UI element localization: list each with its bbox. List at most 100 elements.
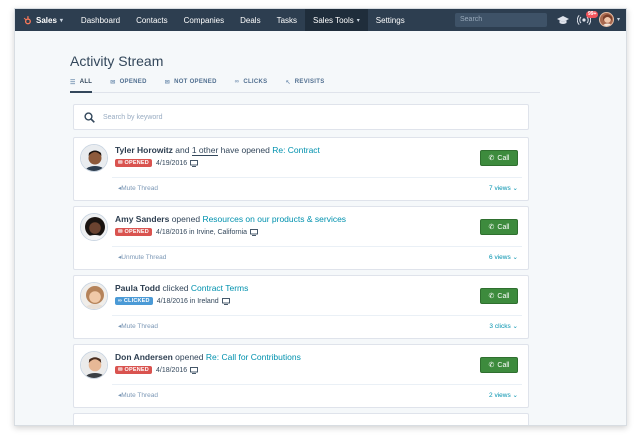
activity-card: Tyler Horowitz and 1 other have opened R… <box>73 137 529 201</box>
status-badge: ✉ OPENED <box>115 159 152 167</box>
contact-avatar <box>80 351 108 379</box>
chevron-down-icon: ⌄ <box>512 323 518 330</box>
tab-all[interactable]: ☰ ALL <box>70 77 93 93</box>
action-text: clicked <box>160 283 191 293</box>
divider <box>112 384 522 385</box>
phone-icon: ✆ <box>488 293 495 300</box>
activity-date: 4/18/2016 <box>155 366 188 374</box>
views-count: 7 views <box>489 185 511 192</box>
activity-search-input[interactable]: Search by keyword <box>73 104 529 130</box>
academy-graduation-cap-icon[interactable] <box>557 14 569 26</box>
tab-opened-label: OPENED <box>119 79 147 85</box>
user-avatar[interactable] <box>599 12 614 27</box>
chevron-down-icon: ⌄ <box>512 254 518 261</box>
status-badge: ✉ OPENED <box>115 366 152 374</box>
status-label: OPENED <box>124 367 149 373</box>
contact-avatar <box>80 144 108 172</box>
mute-thread-link[interactable]: ◂Mute Thread <box>118 391 158 399</box>
link-icon: ∞ <box>234 79 240 85</box>
nav-dashboard[interactable]: Dashboard <box>73 9 128 31</box>
call-button[interactable]: ✆ Call <box>480 288 518 304</box>
tab-not-opened[interactable]: ✉ NOT OPENED <box>165 77 217 93</box>
call-label: Call <box>497 292 510 300</box>
notification-badge: 99+ <box>586 11 599 18</box>
mute-thread-link[interactable]: ◂Mute Thread <box>118 184 158 192</box>
call-button[interactable]: ✆ Call <box>480 150 518 166</box>
nav-sales-tools[interactable]: Sales Tools ▾ <box>305 9 368 31</box>
nav-deals[interactable]: Deals <box>232 9 268 31</box>
link-title[interactable]: Contract Terms <box>191 283 248 293</box>
desktop-icon <box>221 297 230 305</box>
divider <box>112 246 522 247</box>
mute-thread-link[interactable]: ◂Mute Thread <box>118 322 158 330</box>
chevron-down-icon: ▾ <box>59 17 63 24</box>
call-label: Call <box>497 361 510 369</box>
thread-action-label: Mute Thread <box>121 392 158 399</box>
call-label: Call <box>497 154 510 162</box>
call-button[interactable]: ✆ Call <box>480 357 518 373</box>
desktop-icon <box>190 159 199 167</box>
views-count: 6 views <box>489 254 511 261</box>
status-badge: ✉ OPENED <box>115 228 152 236</box>
tab-clicks[interactable]: ∞ CLICKS <box>235 77 268 93</box>
tab-opened[interactable]: ✉ OPENED <box>110 77 146 93</box>
activity-card: Paula Todd clicked Contract Terms ∞ CLIC… <box>73 275 529 339</box>
activity-meta: ∞ CLICKED 4/18/2016 in Ireland <box>115 297 230 305</box>
tab-revisits[interactable]: ↖ REVISITS <box>285 77 324 93</box>
nav-contacts[interactable]: Contacts <box>128 9 176 31</box>
contact-name[interactable]: Tyler Horowitz <box>115 145 173 155</box>
clicks-count: 3 clicks <box>489 323 511 330</box>
action-text: opened <box>172 352 206 362</box>
email-subject-link[interactable]: Re: Contract <box>272 145 320 155</box>
envelope-icon: ✉ <box>164 80 171 86</box>
nav-settings[interactable]: Settings <box>368 9 413 31</box>
views-dropdown[interactable]: 6 views ⌄ <box>489 253 518 261</box>
phone-icon: ✆ <box>488 155 495 162</box>
activity-card: Don Andersen opened Re: Call for Contrib… <box>73 344 529 408</box>
brand-menu[interactable]: Sales ▾ <box>15 9 73 31</box>
hubspot-sprocket-icon <box>23 15 31 24</box>
contact-name[interactable]: Paula Todd <box>115 283 160 293</box>
phone-icon: ✆ <box>488 362 495 369</box>
desktop-icon <box>250 228 258 236</box>
chevron-down-icon[interactable]: ▾ <box>617 16 620 23</box>
unmute-thread-link[interactable]: ◂Unmute Thread <box>118 253 166 261</box>
nav-sales-tools-label: Sales Tools <box>313 15 354 25</box>
tab-clicks-label: CLICKS <box>243 79 268 85</box>
email-subject-link[interactable]: Re: Call for Contributions <box>206 352 301 362</box>
contact-name[interactable]: Don Andersen <box>115 352 173 362</box>
activity-headline: Don Andersen opened Re: Call for Contrib… <box>115 352 301 362</box>
search-placeholder: Search by keyword <box>103 113 163 121</box>
status-label: OPENED <box>124 229 149 235</box>
list-icon: ☰ <box>70 80 76 86</box>
status-label: CLICKED <box>123 298 150 304</box>
global-search-input[interactable]: Search <box>455 13 547 27</box>
status-label: OPENED <box>124 160 149 166</box>
contact-name[interactable]: Amy Sanders <box>115 214 169 224</box>
clicks-dropdown[interactable]: 3 clicks ⌄ <box>489 322 518 330</box>
views-dropdown[interactable]: 7 views ⌄ <box>489 184 518 192</box>
thread-action-label: Mute Thread <box>121 323 158 330</box>
nav-companies[interactable]: Companies <box>176 9 232 31</box>
other-contacts-link[interactable]: 1 other <box>191 145 219 156</box>
tab-revisits-label: REVISITS <box>294 79 325 85</box>
action-text: have opened <box>218 145 273 155</box>
activity-headline: Tyler Horowitz and 1 other have opened R… <box>115 145 320 156</box>
tab-not-opened-label: NOT OPENED <box>174 79 217 85</box>
activity-headline: Paula Todd clicked Contract Terms <box>115 283 248 293</box>
email-subject-link[interactable]: Resources on our products & services <box>202 214 346 224</box>
nav-tasks[interactable]: Tasks <box>269 9 305 31</box>
status-badge: ∞ CLICKED <box>115 297 153 305</box>
top-nav: Sales ▾ Dashboard Contacts Companies Dea… <box>15 9 626 31</box>
activity-meta: ✉ OPENED 4/19/2016 <box>115 159 199 167</box>
call-button[interactable]: ✆ Call <box>480 219 518 235</box>
user-photo-icon <box>600 13 613 26</box>
views-dropdown[interactable]: 2 views ⌄ <box>489 391 518 399</box>
activity-filter-tabs: ☰ ALL ✉ OPENED ✉ NOT OPENED ∞ CLICKS ↖ R… <box>70 77 540 93</box>
action-text: opened <box>169 214 203 224</box>
chevron-down-icon: ⌄ <box>512 392 518 399</box>
activity-headline: Amy Sanders opened Resources on our prod… <box>115 214 346 224</box>
page-title: Activity Stream <box>70 53 164 69</box>
app-window: Sales ▾ Dashboard Contacts Companies Dea… <box>14 8 627 426</box>
call-label: Call <box>497 223 510 231</box>
